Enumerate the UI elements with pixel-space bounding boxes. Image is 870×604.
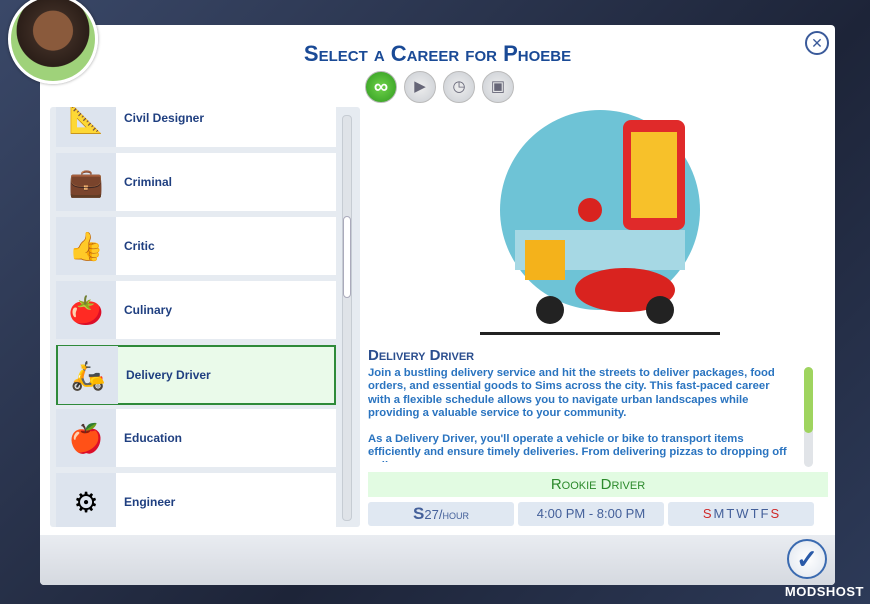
career-description: Join a bustling delivery service and hit… [368,367,793,462]
briefcases-icon[interactable]: ▣ [482,71,514,103]
career-item[interactable]: 👍 Critic [56,217,336,275]
money-case-icon: 💼 [56,153,116,211]
pay-rate: 27/hour [424,507,469,522]
day-letter: T [750,506,759,521]
scrollbar[interactable] [342,115,352,521]
description-scrollbar[interactable] [804,367,813,467]
career-list: 📐 Civil Designer 💼 Criminal 👍 Critic 🍅 Culinary… [50,107,360,527]
briefcase-play-icon[interactable]: ▶ [404,71,436,103]
briefcase-clock-icon[interactable]: ◷ [443,71,475,103]
book-apple-icon: 🍎 [56,409,116,467]
career-level: Rookie Driver [368,472,828,497]
career-label: Engineer [124,495,176,509]
gear-icon: ⚙ [56,473,116,527]
career-item[interactable]: 🍎 Education [56,409,336,467]
career-label: Culinary [124,303,173,317]
career-label: Critic [124,239,155,253]
description-paragraph: As a Delivery Driver, you'll operate a v… [368,433,787,462]
day-letter: M [713,506,725,521]
day-letter: W [736,506,749,521]
career-label: Education [124,431,183,445]
description-paragraph: Join a bustling delivery service and hit… [368,367,775,419]
hours-chip: 4:00 PM - 8:00 PM [518,502,664,526]
career-item[interactable]: 📐 Civil Designer [56,107,336,147]
day-letter: F [760,506,769,521]
scrollbar-thumb[interactable] [343,216,351,298]
career-image [480,110,720,335]
simoleon-icon: S [413,504,425,523]
filter-bar: ∞ ▶ ◷ ▣ [365,71,514,103]
blueprint-icon: 📐 [56,107,116,147]
thumbs-icon: 👍 [56,217,116,275]
career-label: Criminal [124,175,173,189]
scrollbar-thumb[interactable] [804,367,813,433]
day-letter: T [726,506,735,521]
career-item[interactable]: ⚙ Engineer [56,473,336,527]
cutting-board-icon: 🍅 [56,281,116,339]
career-dialog: Select a Career for Phoebe ✕ ∞ ▶ ◷ ▣ 📐 Ci… [40,25,835,585]
career-item[interactable]: 🛵 Delivery Driver [56,345,336,405]
scooter-icon: 🛵 [58,346,118,404]
days-chip: SMTWTFS [668,502,814,526]
confirm-button[interactable]: ✓ [787,539,827,579]
career-label: Civil Designer [124,111,205,125]
career-label: Delivery Driver [126,368,211,382]
pay-chip: S27/hour [368,502,514,526]
career-item[interactable]: 💼 Criminal [56,153,336,211]
career-item[interactable]: 🍅 Culinary [56,281,336,339]
infinity-icon[interactable]: ∞ [365,71,397,103]
day-letter: S [770,506,780,521]
dialog-footer [40,535,835,585]
page-title: Select a Career for Phoebe [303,41,572,66]
career-name: Delivery Driver [368,347,475,364]
day-letter: S [702,506,712,521]
watermark: MODSHOST [784,584,864,599]
close-button[interactable]: ✕ [805,31,829,55]
